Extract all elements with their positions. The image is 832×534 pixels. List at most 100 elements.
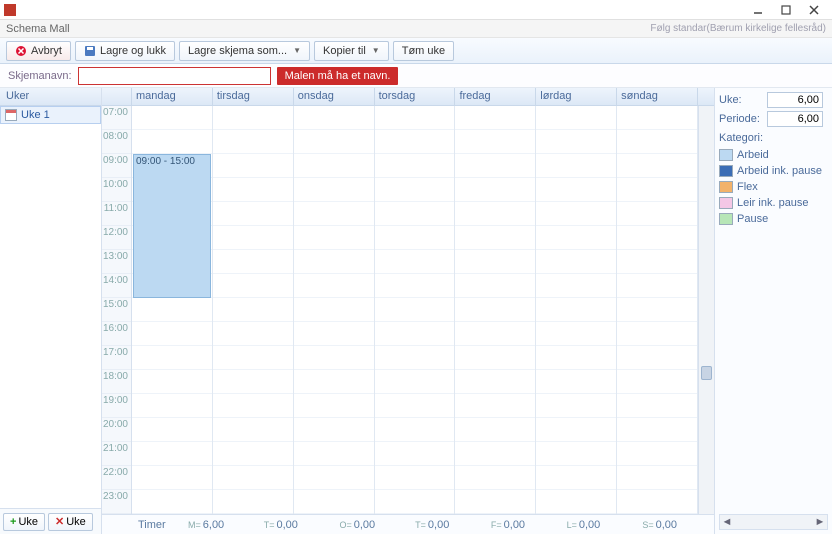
hour-label: 18:00 [102,370,131,394]
hour-label: 10:00 [102,178,131,202]
cancel-icon [15,45,27,57]
color-swatch [719,213,733,225]
hour-label: 19:00 [102,394,131,418]
scroll-thumb[interactable] [701,366,712,380]
day-header[interactable]: søndag [617,88,698,105]
weeks-panel: Uker Uke 1 +Uke ✕Uke [0,88,102,534]
day-header[interactable]: lørdag [536,88,617,105]
hour-label: 15:00 [102,298,131,322]
hour-label: 08:00 [102,130,131,154]
kategori-header: Kategori: [719,132,828,144]
uke-input[interactable] [767,92,823,108]
category-label: Arbeid [737,149,769,161]
day-column[interactable] [213,106,294,514]
calendar-icon [5,109,17,121]
category-label: Flex [737,181,758,193]
hour-label: 20:00 [102,418,131,442]
scroll-left-icon[interactable]: ◄ [720,516,734,528]
right-panel: Uke: Periode: Kategori: Arbeid Arbeid ink… [714,88,832,534]
hour-label: 23:00 [102,490,131,514]
lagre-og-lukk-button[interactable]: Lagre og lukk [75,41,175,61]
save-icon [84,45,96,57]
category-item[interactable]: Arbeid ink. pause [719,163,828,179]
horizontal-scrollbar[interactable]: ◄ ► [719,514,828,530]
scroll-right-icon[interactable]: ► [813,516,827,528]
day-header[interactable]: tirsdag [213,88,294,105]
category-item[interactable]: Leir ink. pause [719,195,828,211]
category-label: Leir ink. pause [737,197,809,209]
close-button[interactable] [800,2,828,18]
periode-label: Periode: [719,113,763,125]
day-column[interactable] [294,106,375,514]
maximize-button[interactable] [772,2,800,18]
color-swatch [719,149,733,161]
day-sum: T=0,00 [395,519,471,531]
titlebar [0,0,832,20]
calendar: mandag tirsdag onsdag torsdag fredag lør… [102,88,714,534]
category-item[interactable]: Flex [719,179,828,195]
calendar-event[interactable]: 09:00 - 15:00 [133,154,211,298]
hour-label: 16:00 [102,322,131,346]
hour-label: 21:00 [102,442,131,466]
day-sum: S=0,00 [622,519,698,531]
day-sum: M=6,00 [168,519,244,531]
toolbar: Avbryt Lagre og lukk Lagre skjema som...… [0,38,832,64]
category-item[interactable]: Arbeid [719,147,828,163]
weeks-list: Uke 1 [0,106,101,508]
tom-uke-button[interactable]: Tøm uke [393,41,454,61]
day-sum: T=0,00 [244,519,320,531]
category-item[interactable]: Pause [719,211,828,227]
x-icon: ✕ [55,515,64,528]
color-swatch [719,165,733,177]
periode-input[interactable] [767,111,823,127]
day-column[interactable] [536,106,617,514]
day-column[interactable]: 09:00 - 15:00 [132,106,213,514]
day-column[interactable] [617,106,698,514]
hour-label: 07:00 [102,106,131,130]
chevron-down-icon: ▼ [293,46,301,55]
hour-label: 11:00 [102,202,131,226]
hour-label: 13:00 [102,250,131,274]
hour-label: 09:00 [102,154,131,178]
time-column: 07:0008:0009:0010:0011:0012:0013:0014:00… [102,106,132,514]
summary-row: Timer M=6,00T=0,00O=0,00T=0,00F=0,00L=0,… [102,514,714,534]
name-row: Skjemanavn: Malen må ha et navn. [0,64,832,88]
app-icon [4,4,16,16]
day-header[interactable]: torsdag [375,88,456,105]
uke-label: Uke: [719,94,763,106]
day-grid[interactable]: 09:00 - 15:00 [132,106,698,514]
kopier-til-button[interactable]: Kopier til ▼ [314,41,389,61]
day-column[interactable] [375,106,456,514]
validation-error: Malen må ha et navn. [277,67,399,85]
hour-label: 22:00 [102,466,131,490]
minimize-button[interactable] [744,2,772,18]
lagre-skjema-som-button[interactable]: Lagre skjema som... ▼ [179,41,310,61]
day-header[interactable]: fredag [455,88,536,105]
week-item[interactable]: Uke 1 [0,106,101,124]
day-sum: L=0,00 [547,519,623,531]
vertical-scrollbar[interactable] [698,106,714,514]
plus-icon: + [10,516,16,528]
subtitle-bar: Schema Mall Følg standar(Bærum kirkelige… [0,20,832,38]
color-swatch [719,197,733,209]
hour-label: 17:00 [102,346,131,370]
category-label: Pause [737,213,768,225]
hour-label: 12:00 [102,226,131,250]
context-text: Følg standar(Bærum kirkelige fellesråd) [650,23,826,34]
day-header[interactable]: mandag [132,88,213,105]
window-title: Schema Mall [6,23,70,35]
skjemanavn-input[interactable] [78,67,271,85]
add-week-button[interactable]: +Uke [3,513,45,531]
day-header-row: mandag tirsdag onsdag torsdag fredag lør… [102,88,714,106]
day-header[interactable]: onsdag [294,88,375,105]
day-sum: F=0,00 [471,519,547,531]
chevron-down-icon: ▼ [372,46,380,55]
day-column[interactable] [455,106,536,514]
summary-label: Timer [102,519,168,531]
day-sum: O=0,00 [319,519,395,531]
delete-week-button[interactable]: ✕Uke [48,513,93,531]
weeks-header: Uker [0,88,101,106]
avbryt-button[interactable]: Avbryt [6,41,71,61]
category-label: Arbeid ink. pause [737,165,822,177]
weeks-footer: +Uke ✕Uke [0,508,101,534]
